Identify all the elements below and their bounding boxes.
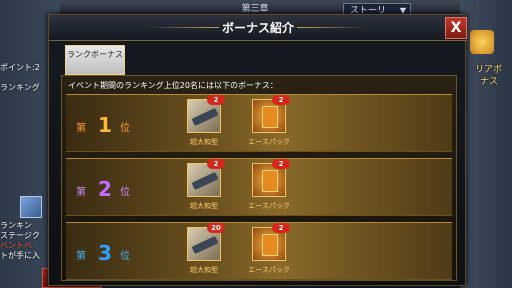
ranking-stage-icon[interactable] bbox=[20, 196, 42, 218]
obtain-text-label: トが手に入 bbox=[0, 251, 40, 260]
close-button[interactable]: X bbox=[445, 17, 467, 39]
item-count-badge: 2 bbox=[272, 95, 290, 105]
clear-bonus-label-2: ナス bbox=[479, 77, 498, 87]
item-count-badge: 2 bbox=[207, 95, 225, 105]
reward-item[interactable]: 2 エースパック bbox=[239, 95, 299, 151]
rank-number: 3 bbox=[98, 241, 112, 265]
modal-title: ボーナス紹介 bbox=[221, 21, 294, 35]
rank-prefix: 第 bbox=[76, 251, 86, 262]
reward-item[interactable]: 2 エースパック bbox=[239, 159, 299, 215]
rank-suffix: 位 bbox=[120, 187, 130, 198]
reward-item[interactable]: 20 超大和型 bbox=[174, 223, 234, 279]
item-count-badge: 2 bbox=[272, 223, 290, 233]
rank-number: 1 bbox=[98, 113, 112, 137]
item-name: エースパック bbox=[248, 266, 290, 274]
points-label: ポイント:2 bbox=[0, 63, 40, 72]
reward-item[interactable]: 2 超大和型 bbox=[174, 159, 234, 215]
rank-suffix: 位 bbox=[120, 123, 130, 134]
item-name: エースパック bbox=[248, 138, 290, 146]
item-name: 超大和型 bbox=[190, 202, 218, 210]
ranking-label[interactable]: ランキング bbox=[0, 82, 40, 93]
bonus-description: イベント期間のランキング上位20名には以下のボーナス： bbox=[68, 81, 278, 90]
clear-bonus-icon[interactable] bbox=[470, 30, 494, 54]
rank-prefix: 第 bbox=[76, 123, 86, 134]
bonus-content: イベント期間のランキング上位20名には以下のボーナス： 第 1 位 2 超大和型… bbox=[61, 75, 457, 281]
item-name: 超大和型 bbox=[190, 138, 218, 146]
item-count-badge: 20 bbox=[207, 223, 225, 233]
rank-row-2: 第 2 位 2 超大和型 2 エースパック bbox=[66, 158, 452, 216]
modal-header: ボーナス紹介 bbox=[49, 15, 467, 41]
rank-label: 第 3 位 bbox=[76, 241, 136, 265]
rank-prefix: 第 bbox=[76, 187, 86, 198]
rank-suffix: 位 bbox=[120, 251, 130, 262]
item-count-badge: 2 bbox=[207, 159, 225, 169]
bonus-modal: ボーナス紹介 X ランクボーナス イベント期間のランキング上位20名には以下のボ… bbox=[48, 14, 467, 286]
rank-label: 第 1 位 bbox=[76, 113, 136, 137]
rank-number: 2 bbox=[98, 177, 112, 201]
rank-row-1: 第 1 位 2 超大和型 2 エースパック bbox=[66, 94, 452, 152]
reward-item[interactable]: 2 超大和型 bbox=[174, 95, 234, 151]
item-name: エースパック bbox=[248, 202, 290, 210]
tab-rank-bonus[interactable]: ランクボーナス bbox=[65, 45, 125, 75]
item-count-badge: 2 bbox=[272, 159, 290, 169]
item-name: 超大和型 bbox=[190, 266, 218, 274]
rank-label: 第 2 位 bbox=[76, 177, 136, 201]
reward-item[interactable]: 2 エースパック bbox=[239, 223, 299, 279]
rank-row-3: 第 3 位 20 超大和型 2 エースパック bbox=[66, 222, 452, 280]
